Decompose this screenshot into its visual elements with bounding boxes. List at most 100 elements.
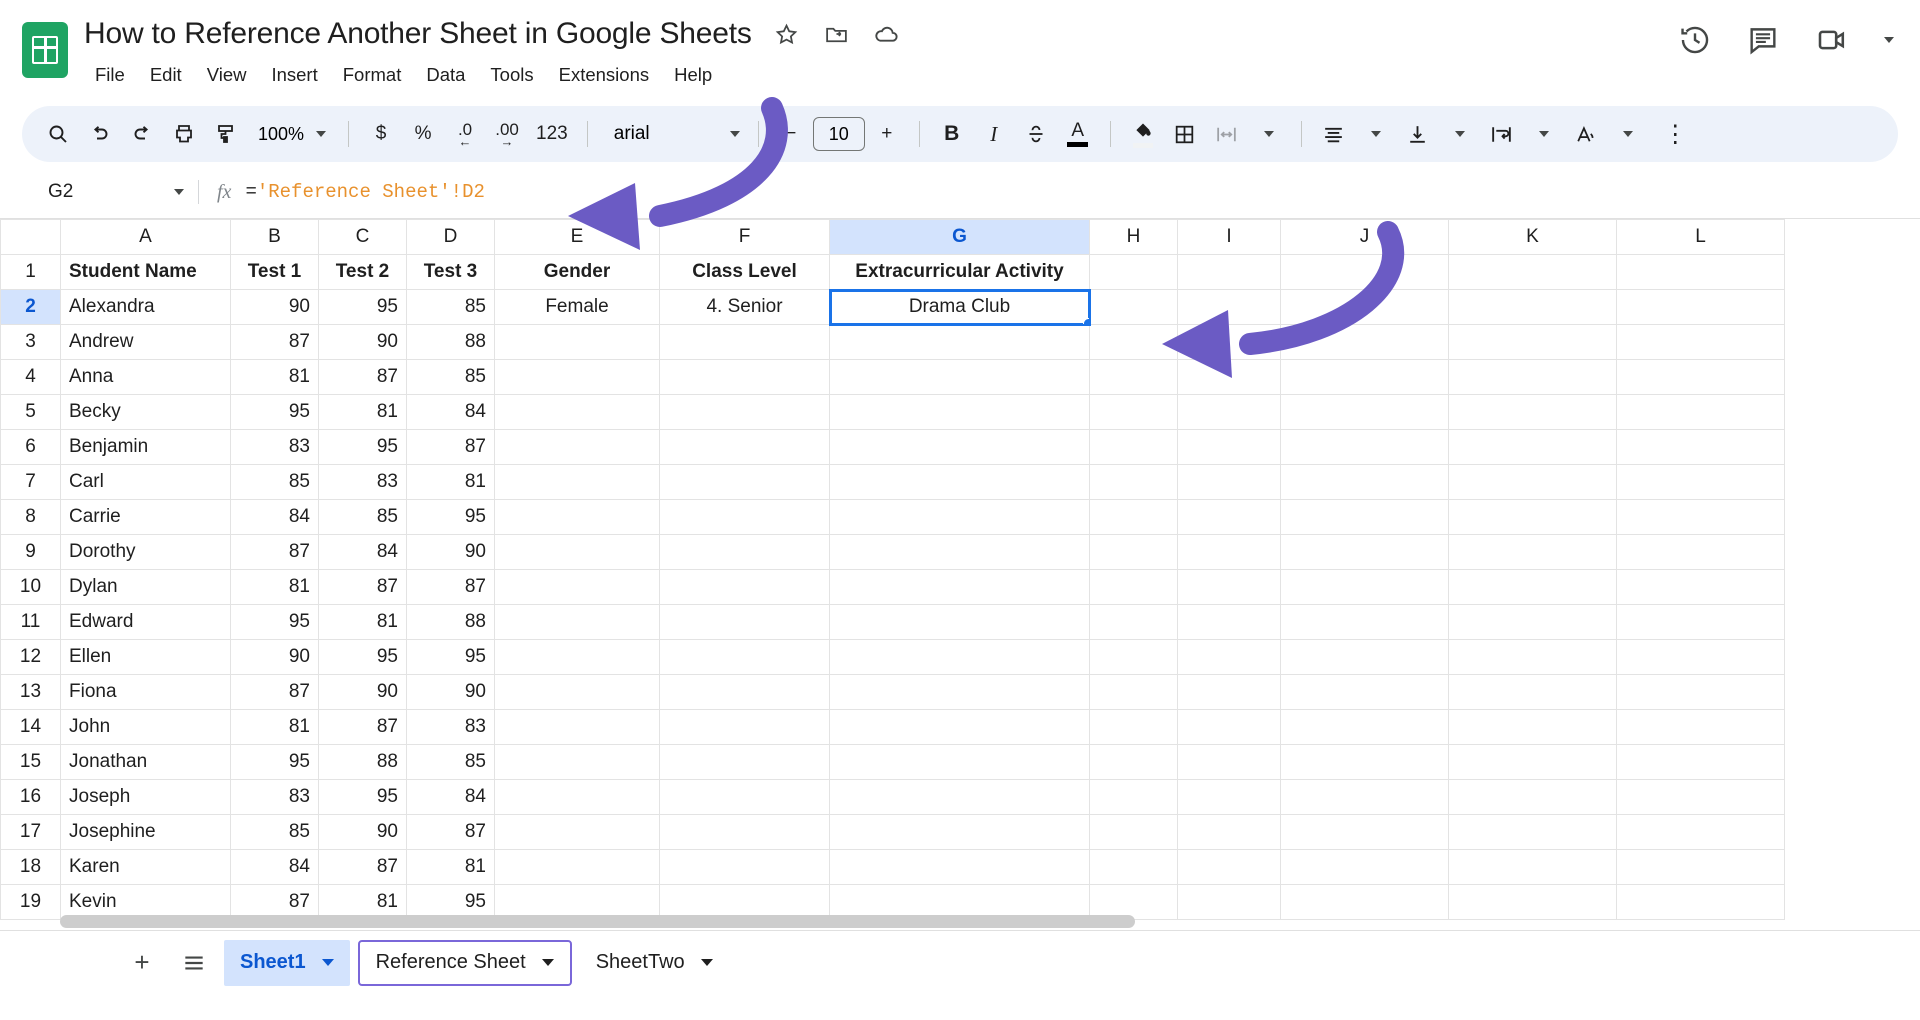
menu-item-tools[interactable]: Tools bbox=[481, 60, 542, 90]
row-header-7[interactable]: 7 bbox=[1, 465, 61, 500]
horizontal-scrollbar[interactable] bbox=[60, 915, 1135, 928]
cell-k11[interactable] bbox=[1449, 605, 1617, 640]
column-header-k[interactable]: K bbox=[1449, 220, 1617, 255]
cell-a18[interactable]: Karen bbox=[61, 850, 231, 885]
cell-b5[interactable]: 95 bbox=[231, 395, 319, 430]
cell-f11[interactable] bbox=[660, 605, 830, 640]
cell-j9[interactable] bbox=[1281, 535, 1449, 570]
more-formats-button[interactable]: 123 bbox=[529, 114, 575, 154]
column-header-a[interactable]: A bbox=[61, 220, 231, 255]
cell-d16[interactable]: 84 bbox=[407, 780, 495, 815]
cloud-saved-icon[interactable] bbox=[872, 19, 902, 49]
add-sheet-button[interactable]: + bbox=[120, 941, 164, 985]
cell-c10[interactable]: 87 bbox=[319, 570, 407, 605]
cell-a9[interactable]: Dorothy bbox=[61, 535, 231, 570]
cell-f3[interactable] bbox=[660, 325, 830, 360]
cell-k15[interactable] bbox=[1449, 745, 1617, 780]
column-header-d[interactable]: D bbox=[407, 220, 495, 255]
cell-d14[interactable]: 83 bbox=[407, 710, 495, 745]
cell-i18[interactable] bbox=[1178, 850, 1281, 885]
cell-j11[interactable] bbox=[1281, 605, 1449, 640]
merge-cells-icon[interactable] bbox=[1207, 114, 1247, 154]
cell-i6[interactable] bbox=[1178, 430, 1281, 465]
cell-i15[interactable] bbox=[1178, 745, 1281, 780]
cell-h11[interactable] bbox=[1090, 605, 1178, 640]
cell-f8[interactable] bbox=[660, 500, 830, 535]
cell-k1[interactable] bbox=[1449, 255, 1617, 290]
cell-e8[interactable] bbox=[495, 500, 660, 535]
row-header-2[interactable]: 2 bbox=[1, 290, 61, 325]
cell-c16[interactable]: 95 bbox=[319, 780, 407, 815]
increase-font-size-button[interactable]: + bbox=[867, 114, 907, 154]
cell-j12[interactable] bbox=[1281, 640, 1449, 675]
cell-l10[interactable] bbox=[1617, 570, 1785, 605]
row-header-8[interactable]: 8 bbox=[1, 500, 61, 535]
cell-i19[interactable] bbox=[1178, 885, 1281, 920]
cell-j7[interactable] bbox=[1281, 465, 1449, 500]
cell-h15[interactable] bbox=[1090, 745, 1178, 780]
cell-k13[interactable] bbox=[1449, 675, 1617, 710]
row-header-17[interactable]: 17 bbox=[1, 815, 61, 850]
column-header-i[interactable]: I bbox=[1178, 220, 1281, 255]
cell-l16[interactable] bbox=[1617, 780, 1785, 815]
cell-c13[interactable]: 90 bbox=[319, 675, 407, 710]
cell-a16[interactable]: Joseph bbox=[61, 780, 231, 815]
cell-e12[interactable] bbox=[495, 640, 660, 675]
cell-l6[interactable] bbox=[1617, 430, 1785, 465]
cell-i7[interactable] bbox=[1178, 465, 1281, 500]
cell-f9[interactable] bbox=[660, 535, 830, 570]
cell-g5[interactable] bbox=[830, 395, 1090, 430]
cell-j2[interactable] bbox=[1281, 290, 1449, 325]
cell-c14[interactable]: 87 bbox=[319, 710, 407, 745]
cell-i4[interactable] bbox=[1178, 360, 1281, 395]
cell-h2[interactable] bbox=[1090, 290, 1178, 325]
star-icon[interactable] bbox=[772, 19, 802, 49]
cell-b3[interactable]: 87 bbox=[231, 325, 319, 360]
paint-format-icon[interactable] bbox=[206, 114, 246, 154]
cell-g13[interactable] bbox=[830, 675, 1090, 710]
cell-g7[interactable] bbox=[830, 465, 1090, 500]
cell-h5[interactable] bbox=[1090, 395, 1178, 430]
cell-h9[interactable] bbox=[1090, 535, 1178, 570]
cell-j3[interactable] bbox=[1281, 325, 1449, 360]
cell-a11[interactable]: Edward bbox=[61, 605, 231, 640]
cell-l9[interactable] bbox=[1617, 535, 1785, 570]
cell-a14[interactable]: John bbox=[61, 710, 231, 745]
document-title[interactable]: How to Reference Another Sheet in Google… bbox=[84, 17, 752, 51]
more-options-icon[interactable]: ⋮ bbox=[1656, 114, 1696, 154]
strikethrough-button[interactable] bbox=[1016, 114, 1056, 154]
cell-b13[interactable]: 87 bbox=[231, 675, 319, 710]
cell-k16[interactable] bbox=[1449, 780, 1617, 815]
horizontal-align-icon[interactable] bbox=[1314, 114, 1354, 154]
fill-color-icon[interactable] bbox=[1123, 114, 1163, 154]
sheet-tab-sheettwo[interactable]: SheetTwo bbox=[580, 940, 729, 986]
cell-e11[interactable] bbox=[495, 605, 660, 640]
cell-k17[interactable] bbox=[1449, 815, 1617, 850]
rotation-caret-icon[interactable] bbox=[1608, 114, 1648, 154]
cell-a2[interactable]: Alexandra bbox=[61, 290, 231, 325]
increase-decimal-button[interactable]: .00 → bbox=[487, 114, 527, 154]
row-header-3[interactable]: 3 bbox=[1, 325, 61, 360]
cell-c4[interactable]: 87 bbox=[319, 360, 407, 395]
cell-f2[interactable]: 4. Senior bbox=[660, 290, 830, 325]
column-header-g[interactable]: G bbox=[830, 220, 1090, 255]
cell-f15[interactable] bbox=[660, 745, 830, 780]
meet-camera-icon[interactable] bbox=[1814, 22, 1850, 58]
cell-j13[interactable] bbox=[1281, 675, 1449, 710]
cell-j14[interactable] bbox=[1281, 710, 1449, 745]
row-header-4[interactable]: 4 bbox=[1, 360, 61, 395]
cell-a1[interactable]: Student Name bbox=[61, 255, 231, 290]
menu-item-view[interactable]: View bbox=[198, 60, 256, 90]
sheet-tab-caret-icon[interactable] bbox=[701, 959, 713, 966]
cell-j5[interactable] bbox=[1281, 395, 1449, 430]
cell-a12[interactable]: Ellen bbox=[61, 640, 231, 675]
cell-i12[interactable] bbox=[1178, 640, 1281, 675]
cell-h18[interactable] bbox=[1090, 850, 1178, 885]
cell-e18[interactable] bbox=[495, 850, 660, 885]
cell-f14[interactable] bbox=[660, 710, 830, 745]
currency-format-button[interactable]: $ bbox=[361, 114, 401, 154]
search-icon[interactable] bbox=[38, 114, 78, 154]
cell-i2[interactable] bbox=[1178, 290, 1281, 325]
column-header-h[interactable]: H bbox=[1090, 220, 1178, 255]
cell-b17[interactable]: 85 bbox=[231, 815, 319, 850]
